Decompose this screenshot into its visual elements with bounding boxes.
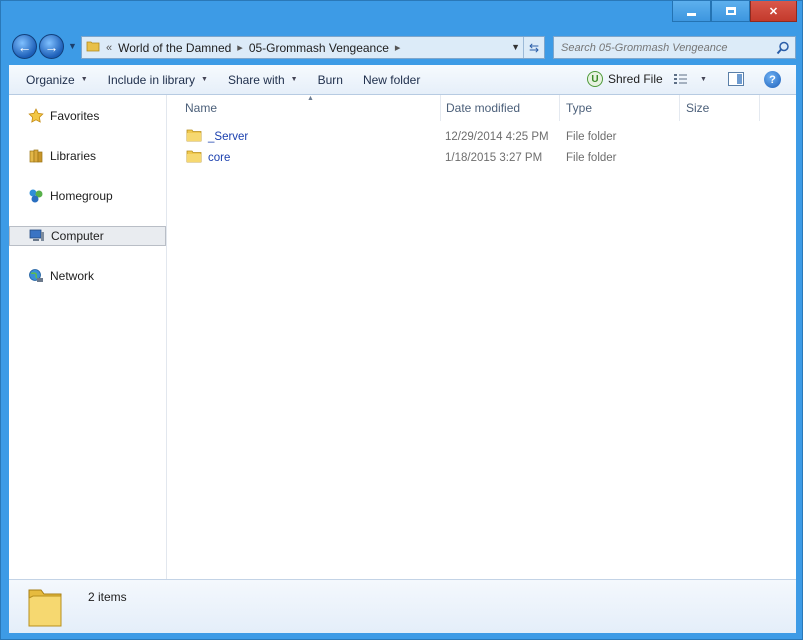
search-icon[interactable] [776, 41, 790, 58]
file-name: core [208, 151, 231, 164]
table-row[interactable]: _Server 12/29/2014 4:25 PM File folder [168, 126, 768, 147]
folder-icon [186, 148, 202, 167]
library-icon [28, 148, 44, 164]
address-dropdown[interactable]: ▼ [511, 42, 520, 52]
column-header-date-modified[interactable]: Date modified [440, 95, 560, 121]
address-bar[interactable]: « World of the Damned ▸ 05-Grommash Veng… [81, 36, 545, 59]
include-in-library-label: Include in library [107, 72, 196, 87]
column-date-label: Date modified [446, 101, 521, 115]
star-icon [28, 108, 44, 124]
view-options-dropdown[interactable]: ▼ [700, 76, 707, 83]
minimize-icon [687, 12, 696, 16]
file-name-cell[interactable]: core [186, 147, 230, 168]
file-type-cell: File folder [566, 130, 617, 143]
file-name-cell[interactable]: _Server [186, 126, 248, 147]
file-type-cell: File folder [566, 151, 617, 164]
computer-icon [29, 228, 45, 244]
column-name-label: Name [185, 101, 218, 115]
folder-icon [186, 127, 202, 146]
organize-button[interactable]: Organize ▼ [9, 65, 98, 94]
arrow-right-icon: → [44, 38, 59, 55]
burn-label: Burn [317, 72, 343, 87]
sidebar-item-network[interactable]: Network [9, 266, 166, 286]
refresh-button[interactable]: ⇆ [523, 37, 544, 58]
sidebar-item-homegroup[interactable]: Homegroup [9, 186, 166, 206]
breadcrumb-overflow[interactable]: « [106, 42, 112, 54]
homegroup-icon [28, 188, 44, 204]
new-folder-label: New folder [362, 72, 421, 87]
column-size-label: Size [686, 101, 710, 115]
command-bar: Organize ▼ Include in library ▼ Share with… [9, 65, 796, 95]
include-in-library-button[interactable]: Include in library ▼ [98, 65, 218, 94]
recent-pages-dropdown[interactable]: ▼ [68, 41, 77, 51]
folder-icon [86, 39, 100, 56]
chevron-right-icon[interactable]: ▸ [237, 41, 243, 54]
sidebar-item-computer[interactable]: Computer [9, 226, 166, 246]
main-content: Favorites Libraries Homegroup Computer N… [9, 95, 796, 579]
details-pane: 2 items [9, 579, 796, 633]
maximize-icon [725, 7, 736, 15]
search-input[interactable] [561, 41, 771, 54]
column-header-size[interactable]: Size [680, 95, 760, 121]
sidebar-item-favorites[interactable]: Favorites [9, 106, 166, 126]
details-view-icon [673, 73, 689, 90]
shred-icon: U [587, 71, 603, 87]
sidebar-item-label: Homegroup [50, 189, 113, 203]
new-folder-button[interactable]: New folder [353, 65, 430, 94]
search-box[interactable] [553, 36, 796, 59]
folder-icon [25, 586, 65, 633]
column-type-label: Type [566, 101, 593, 115]
caption-buttons: ✕ [672, 1, 797, 22]
file-date-cell: 1/18/2015 3:27 PM [445, 151, 543, 164]
share-with-button[interactable]: Share with ▼ [218, 65, 308, 94]
arrow-left-icon: ← [17, 38, 32, 55]
close-icon: ✕ [768, 5, 779, 18]
table-row[interactable]: core 1/18/2015 3:27 PM File folder [168, 147, 768, 168]
forward-button[interactable]: → [39, 34, 64, 59]
explorer-window: ✕ ← → ▼ « World of the Damned ▸ 05-Gromm… [0, 0, 803, 640]
change-view-button[interactable] [673, 73, 689, 90]
sidebar-item-label: Favorites [50, 109, 100, 123]
minimize-button[interactable] [672, 1, 711, 22]
help-button[interactable]: ? [764, 71, 781, 88]
sort-ascending-icon: ▲ [307, 95, 314, 102]
preview-pane-button[interactable] [728, 72, 744, 86]
sidebar-item-label: Libraries [50, 149, 97, 163]
item-count: 2 items [88, 590, 127, 604]
chevron-down-icon: ▼ [80, 76, 88, 83]
shred-file-button[interactable]: U Shred File [587, 71, 663, 87]
refresh-icon: ⇆ [528, 40, 540, 55]
file-list[interactable]: Name ▲ Date modified Type Size _Server 1… [168, 95, 796, 579]
network-icon [28, 268, 44, 284]
chevron-right-icon[interactable]: ▸ [395, 41, 401, 54]
breadcrumb-grommash-vengeance[interactable]: 05-Grommash Vengeance [249, 41, 389, 55]
navigation-pane[interactable]: Favorites Libraries Homegroup Computer N… [9, 95, 167, 579]
breadcrumb-world-of-the-damned[interactable]: World of the Damned [118, 41, 231, 55]
sidebar-item-label: Network [50, 269, 95, 283]
chevron-down-icon: ▼ [201, 76, 208, 83]
sidebar-item-libraries[interactable]: Libraries [9, 146, 166, 166]
burn-button[interactable]: Burn [308, 65, 353, 94]
file-name: _Server [208, 130, 249, 143]
navigation-bar: ← → ▼ « World of the Damned ▸ 05-Grommas… [9, 34, 796, 60]
chevron-down-icon: ▼ [290, 76, 298, 83]
sidebar-item-label: Computer [51, 229, 104, 243]
back-button[interactable]: ← [12, 34, 37, 59]
maximize-button[interactable] [711, 1, 750, 22]
share-with-label: Share with [227, 72, 285, 87]
column-header-type[interactable]: Type [560, 95, 680, 121]
organize-label: Organize [26, 72, 75, 87]
shred-file-label: Shred File [608, 72, 663, 86]
file-date-cell: 12/29/2014 4:25 PM [445, 130, 549, 143]
close-button[interactable]: ✕ [750, 1, 797, 22]
